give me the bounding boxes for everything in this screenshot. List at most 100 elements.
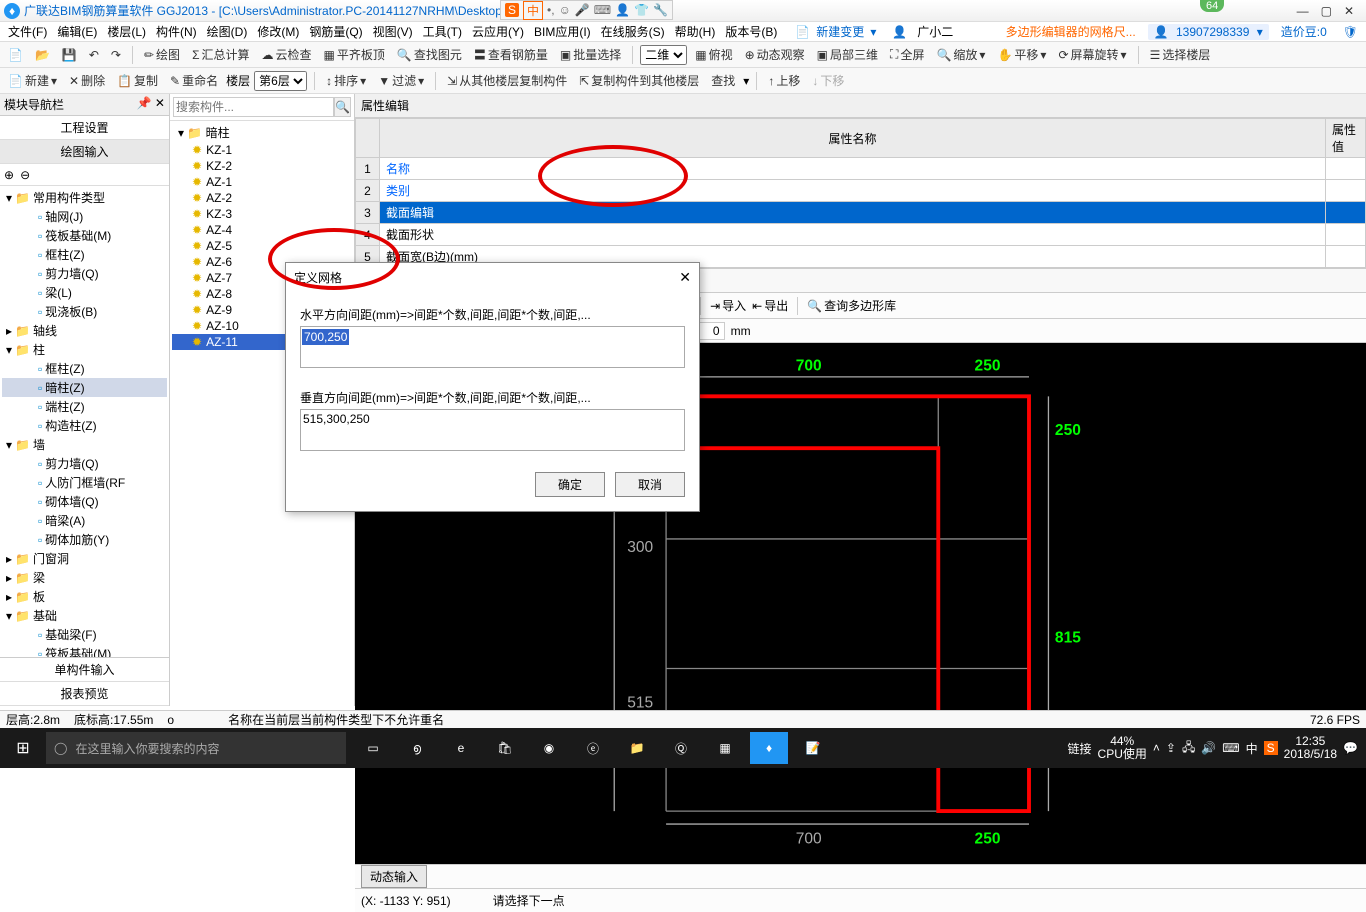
tree-node[interactable]: ▸ 📁 梁 bbox=[2, 568, 167, 587]
fullscreen-button[interactable]: ⛶全屏 bbox=[886, 44, 928, 65]
start-button[interactable]: ⊞ bbox=[0, 738, 46, 758]
rotate-button[interactable]: ⟳屏幕旋转 ▾ bbox=[1054, 44, 1130, 65]
find-elem-button[interactable]: 🔍查找图元 bbox=[393, 44, 466, 65]
tree-leaf[interactable]: ▫ 筏板基础(M) bbox=[2, 644, 167, 657]
delete-button[interactable]: ✕删除 bbox=[65, 70, 109, 91]
cloud-check-button[interactable]: ☁云检查 bbox=[258, 44, 316, 65]
edge-icon[interactable]: e bbox=[442, 732, 480, 764]
tab-project-settings[interactable]: 工程设置 bbox=[0, 116, 169, 140]
tree-leaf[interactable]: ▫ 筏板基础(M) bbox=[2, 226, 167, 245]
flat-button[interactable]: ▦平齐板顶 bbox=[320, 44, 389, 65]
draw-button[interactable]: ✏绘图 bbox=[140, 44, 184, 65]
menu-file[interactable]: 文件(F) bbox=[4, 23, 51, 40]
tree-leaf[interactable]: ▫ 端柱(Z) bbox=[2, 397, 167, 416]
tree-leaf[interactable]: ▫ 人防门框墙(RF bbox=[2, 473, 167, 492]
floor-select[interactable]: 第6层 bbox=[254, 71, 307, 91]
tree-node[interactable]: ▸ 📁 板 bbox=[2, 587, 167, 606]
dialog-close-button[interactable]: ✕ bbox=[679, 269, 691, 286]
table-row[interactable]: 4截面形状 bbox=[356, 224, 1366, 246]
rename-button[interactable]: ✎重命名 bbox=[166, 70, 222, 91]
tree-node[interactable]: ▾ 📁 基础 bbox=[2, 606, 167, 625]
sum-button[interactable]: Σ 汇总计算 bbox=[188, 44, 253, 65]
tree-leaf[interactable]: ▫ 框柱(Z) bbox=[2, 245, 167, 264]
move-up-button[interactable]: ↑上移 bbox=[764, 70, 804, 91]
tree-leaf[interactable]: ▫ 基础梁(F) bbox=[2, 625, 167, 644]
new-change-button[interactable]: 📄新建变更 ▾ bbox=[791, 23, 880, 40]
list-item[interactable]: ✹ KZ-3 bbox=[172, 206, 352, 222]
tab-report-preview[interactable]: 报表预览 bbox=[0, 682, 169, 706]
q-icon[interactable]: Ⓠ bbox=[662, 732, 700, 764]
zoom-button[interactable]: 🔍缩放 ▾ bbox=[932, 44, 989, 65]
copy-button[interactable]: 📋复制 bbox=[113, 70, 162, 91]
task-view-icon[interactable]: ▭ bbox=[354, 732, 392, 764]
tree-leaf[interactable]: ▫ 暗柱(Z) bbox=[2, 378, 167, 397]
dynamic-input-button[interactable]: 动态输入 bbox=[361, 865, 427, 888]
menu-online[interactable]: 在线服务(S) bbox=[597, 23, 669, 40]
table-row[interactable]: 2类别 bbox=[356, 180, 1366, 202]
ie-icon[interactable]: ⓔ bbox=[574, 732, 612, 764]
menu-tools[interactable]: 工具(T) bbox=[419, 23, 466, 40]
spiral-icon[interactable]: ൭ bbox=[398, 732, 436, 764]
user-avatar-icon[interactable]: 👤 bbox=[888, 25, 911, 39]
explorer-icon[interactable]: 📁 bbox=[618, 732, 656, 764]
tree-leaf[interactable]: ▫ 剪力墙(Q) bbox=[2, 454, 167, 473]
minimize-button[interactable]: — bbox=[1297, 4, 1309, 18]
find-button[interactable]: 查找 bbox=[707, 70, 739, 91]
open-file-icon[interactable]: 📂 bbox=[31, 46, 54, 64]
tree-node[interactable]: ▾ 📁 柱 bbox=[2, 340, 167, 359]
menu-bim[interactable]: BIM应用(I) bbox=[530, 23, 595, 40]
copy-to-floor-button[interactable]: ⇱复制构件到其他楼层 bbox=[575, 70, 703, 91]
cancel-button[interactable]: 取消 bbox=[615, 472, 685, 497]
list-item[interactable]: ✹ AZ-4 bbox=[172, 222, 352, 238]
tree-node[interactable]: ▸ 📁 轴线 bbox=[2, 321, 167, 340]
account-button[interactable]: 👤 13907298339 ▾ bbox=[1148, 24, 1269, 40]
menu-help[interactable]: 帮助(H) bbox=[671, 23, 720, 40]
local3d-button[interactable]: ▣局部三维 bbox=[813, 44, 882, 65]
tray-ime[interactable]: 中 bbox=[1246, 740, 1258, 757]
dyn-observe-button[interactable]: ⊕动态观察 bbox=[741, 44, 809, 65]
tray-sogou-icon[interactable]: S bbox=[1264, 741, 1278, 755]
h-spacing-input[interactable]: 700,250 bbox=[300, 326, 685, 368]
select-floor-button[interactable]: ☰选择楼层 bbox=[1146, 44, 1215, 65]
table-row[interactable]: 3截面编辑 bbox=[356, 202, 1366, 224]
pan-button[interactable]: ✋平移 ▾ bbox=[993, 44, 1050, 65]
undo-icon[interactable]: ↶ bbox=[85, 46, 103, 64]
new-button[interactable]: 📄新建 ▾ bbox=[4, 70, 61, 91]
search-button[interactable]: 🔍 bbox=[334, 97, 351, 117]
list-item[interactable]: ✹ KZ-1 bbox=[172, 142, 352, 158]
tree-leaf[interactable]: ▫ 砌体墙(Q) bbox=[2, 492, 167, 511]
notice-text[interactable]: 多边形编辑器的网格尺... bbox=[1002, 23, 1140, 40]
component-tree[interactable]: ▾ 📁 常用构件类型▫ 轴网(J)▫ 筏板基础(M)▫ 框柱(Z)▫ 剪力墙(Q… bbox=[0, 186, 169, 657]
tray-kb-icon[interactable]: ⌨ bbox=[1222, 741, 1239, 755]
expand-icon[interactable]: ⊕ bbox=[4, 168, 14, 182]
notes-icon[interactable]: 📝 bbox=[794, 732, 832, 764]
tray-net-icon[interactable]: 🖧 bbox=[1182, 738, 1195, 759]
tab-single-input[interactable]: 单构件输入 bbox=[0, 658, 169, 682]
app-task-icon[interactable]: ♦ bbox=[750, 732, 788, 764]
tree-node[interactable]: ▾ 📁 墙 bbox=[2, 435, 167, 454]
close-button[interactable]: ✕ bbox=[1344, 4, 1354, 18]
tree-leaf[interactable]: ▫ 剪力墙(Q) bbox=[2, 264, 167, 283]
list-root[interactable]: ▾ 📁 暗柱 bbox=[172, 123, 352, 142]
store-icon[interactable]: 🛍 bbox=[486, 732, 524, 764]
cortana-search[interactable]: ◯ 在这里输入你要搜索的内容 bbox=[46, 732, 346, 764]
tray-up-icon[interactable]: ˄ bbox=[1153, 741, 1160, 755]
search-input[interactable] bbox=[173, 97, 334, 117]
maximize-button[interactable]: ▢ bbox=[1321, 4, 1332, 18]
filter-button[interactable]: ▼过滤 ▾ bbox=[374, 70, 428, 91]
ok-button[interactable]: 确定 bbox=[535, 472, 605, 497]
calc-icon[interactable]: ▦ bbox=[706, 732, 744, 764]
property-table[interactable]: 属性名称属性值 1名称2类别3截面编辑4截面形状5截面宽(B边)(mm) bbox=[355, 118, 1366, 269]
import-button[interactable]: ⇥导入 bbox=[710, 297, 746, 314]
dim-select[interactable]: 二维 bbox=[640, 45, 687, 65]
menu-rebar[interactable]: 钢筋量(Q) bbox=[305, 23, 366, 40]
menu-floor[interactable]: 楼层(L) bbox=[103, 23, 150, 40]
tab-draw-input[interactable]: 绘图输入 bbox=[0, 140, 169, 164]
link-label[interactable]: 链接 bbox=[1068, 740, 1092, 757]
tree-leaf[interactable]: ▫ 构造柱(Z) bbox=[2, 416, 167, 435]
move-down-button[interactable]: ↓下移 bbox=[808, 70, 848, 91]
cpu-meter[interactable]: 44%CPU使用 bbox=[1098, 735, 1147, 761]
tray-usb-icon[interactable]: ⇪ bbox=[1166, 741, 1176, 755]
tree-node[interactable]: ▾ 📁 常用构件类型 bbox=[2, 188, 167, 207]
redo-icon[interactable]: ↷ bbox=[107, 46, 125, 64]
